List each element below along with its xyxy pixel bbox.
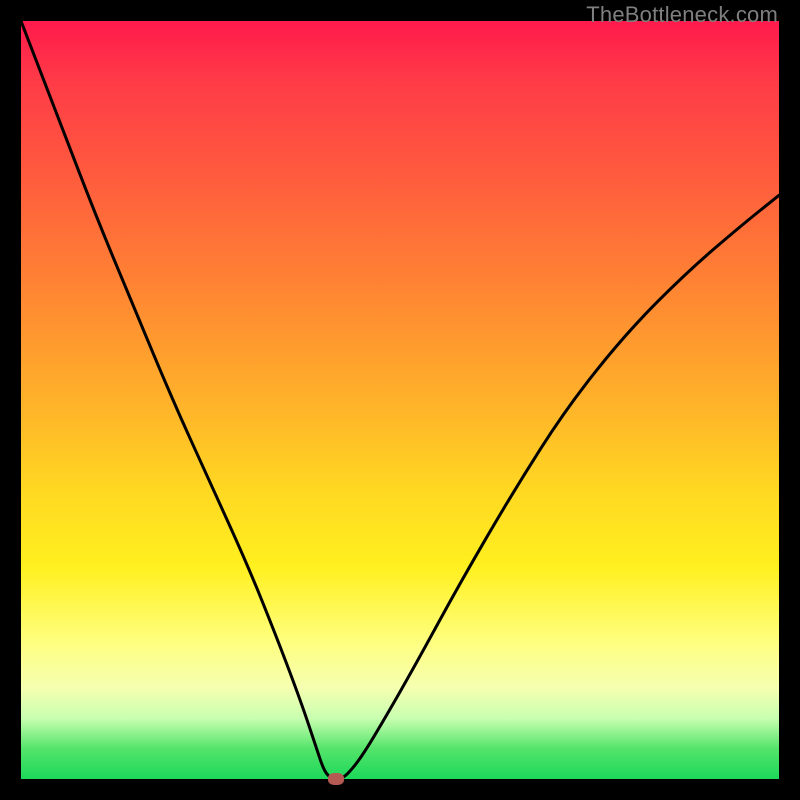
curve-path: [21, 21, 779, 779]
watermark-text: TheBottleneck.com: [586, 2, 778, 28]
plot-area: [21, 21, 779, 779]
chart-frame: TheBottleneck.com: [0, 0, 800, 800]
bottleneck-curve: [21, 21, 779, 779]
minimum-marker: [328, 773, 344, 785]
